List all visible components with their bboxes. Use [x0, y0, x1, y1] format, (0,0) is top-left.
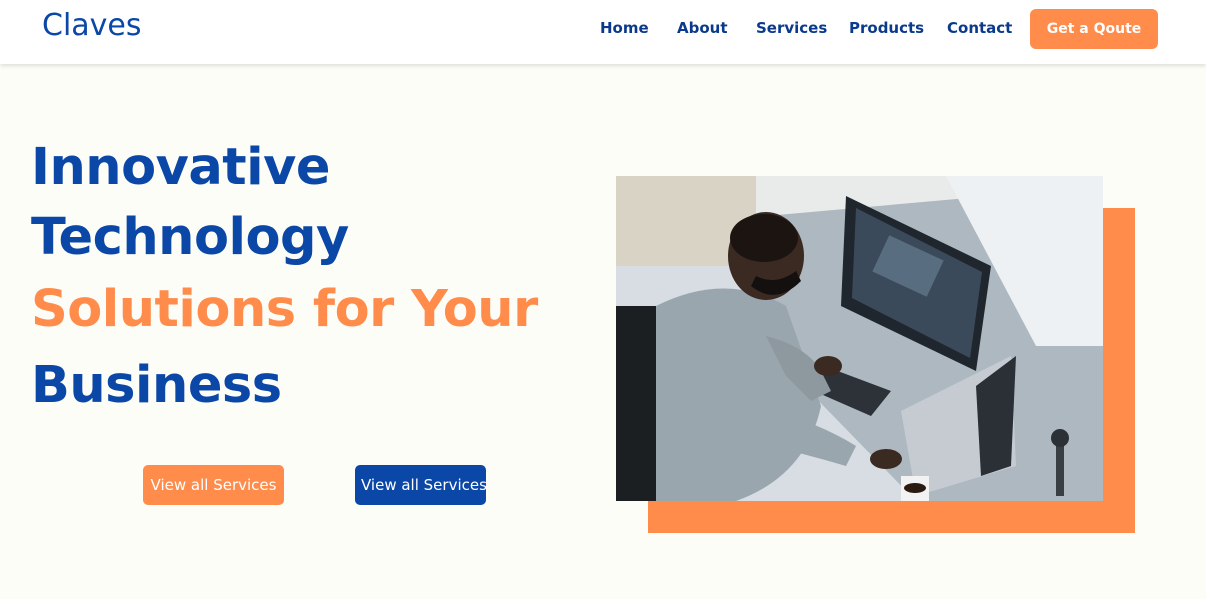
- hero-title-line-4: Business: [31, 356, 282, 415]
- hero-image: [616, 176, 1103, 501]
- nav-products[interactable]: Products: [849, 19, 924, 37]
- view-services-button-secondary[interactable]: View all Services: [355, 465, 487, 505]
- photo-person-at-computer-icon: [616, 176, 1103, 501]
- nav-home[interactable]: Home: [600, 19, 649, 37]
- nav-about[interactable]: About: [677, 19, 728, 37]
- hero-title-line-3: Solutions for Your: [31, 280, 538, 339]
- hero-title-line-1: Innovative: [31, 138, 330, 197]
- get-quote-button[interactable]: Get a Qoute: [1030, 9, 1158, 49]
- main-nav: Home About Services Products Contact: [0, 0, 1206, 60]
- nav-services[interactable]: Services: [756, 19, 827, 37]
- hero-title-line-2: Technology: [31, 208, 349, 267]
- view-services-button-primary[interactable]: View all Services: [143, 465, 284, 505]
- page: Claves Home About Services Products Cont…: [0, 0, 1206, 599]
- site-header: Claves Home About Services Products Cont…: [0, 0, 1206, 64]
- nav-contact[interactable]: Contact: [947, 19, 1012, 37]
